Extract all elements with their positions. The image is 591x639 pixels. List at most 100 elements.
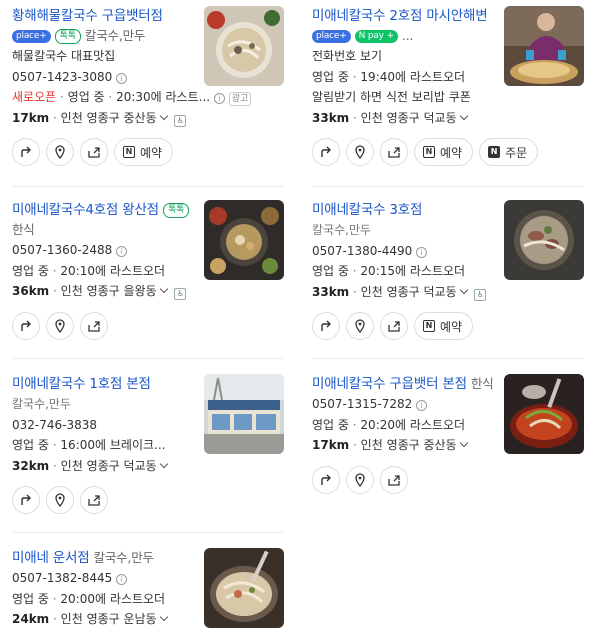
- business-status: 영업 중: [12, 263, 49, 278]
- address[interactable]: 인천 영종구 덕교동: [361, 111, 457, 125]
- directions-button[interactable]: [12, 311, 40, 340]
- phone-number[interactable]: 032-746-3838: [12, 418, 97, 432]
- business-hours[interactable]: 16:00에 브레이크...: [60, 438, 165, 452]
- info-icon[interactable]: i: [416, 246, 428, 258]
- place-card[interactable]: 미애네칼국수 1호점 본점 칼국수,만두 032-746-3838 영업 중 ·…: [12, 374, 284, 514]
- location-row[interactable]: 17km · 인천 영종구 중산동 ♿: [12, 108, 284, 129]
- map-button[interactable]: [46, 138, 74, 166]
- phone-number[interactable]: 0507-1315-7282: [312, 397, 412, 411]
- share-button[interactable]: [380, 138, 408, 166]
- share-icon: [88, 495, 100, 506]
- address[interactable]: 인천 영종구 운남동: [61, 612, 157, 626]
- directions-button[interactable]: [312, 312, 340, 340]
- place-title[interactable]: 미애네칼국수 3호점: [312, 200, 500, 220]
- place-name[interactable]: 미애네칼국수 3호점: [312, 202, 422, 218]
- directions-button[interactable]: [12, 138, 40, 166]
- place-thumbnail[interactable]: [504, 200, 584, 280]
- address[interactable]: 인천 영종구 을왕동: [61, 284, 157, 298]
- place-thumbnail[interactable]: [504, 374, 584, 454]
- action-bar: N 예약: [312, 312, 584, 340]
- address[interactable]: 인천 영종구 중산동: [361, 438, 457, 452]
- chevron-down-icon[interactable]: [459, 438, 468, 448]
- location-row[interactable]: 33km · 인천 영종구 덕교동 ♿: [312, 282, 584, 303]
- business-hours[interactable]: 19:40에 라스트오더: [360, 70, 465, 84]
- chevron-down-icon[interactable]: [459, 285, 468, 294]
- place-card[interactable]: 미애네 운서점 칼국수,만두 0507-1382-8445 i 영업 중 · 2…: [12, 548, 284, 630]
- map-button[interactable]: [346, 312, 374, 340]
- address[interactable]: 인천 영종구 덕교동: [361, 285, 457, 299]
- chevron-down-icon[interactable]: [159, 111, 168, 120]
- address[interactable]: 인천 영종구 덕교동: [61, 459, 157, 473]
- location-row[interactable]: 33km · 인천 영종구 덕교동: [312, 108, 584, 129]
- phone-number[interactable]: 0507-1423-3080: [12, 70, 112, 84]
- place-title[interactable]: 미애네칼국수4호점 왕산점 톡톡 한식: [12, 200, 200, 240]
- directions-button[interactable]: [12, 486, 40, 514]
- place-thumbnail[interactable]: [204, 548, 284, 628]
- business-hours[interactable]: 20:30에 라스트...: [116, 90, 210, 104]
- chevron-down-icon[interactable]: [159, 612, 168, 622]
- place-thumbnail[interactable]: [504, 6, 584, 86]
- share-button[interactable]: [80, 138, 108, 166]
- chevron-down-icon[interactable]: [159, 284, 168, 294]
- share-button[interactable]: [380, 465, 408, 494]
- place-tagline: 해물칼국수 대표맛집: [12, 49, 116, 63]
- place-thumbnail[interactable]: [204, 200, 284, 280]
- business-hours[interactable]: 20:00에 라스트오더: [60, 592, 165, 606]
- place-name[interactable]: 미애네 운서점: [12, 550, 90, 566]
- info-icon[interactable]: i: [116, 574, 128, 585]
- chevron-down-icon[interactable]: [459, 111, 468, 120]
- chevron-down-icon[interactable]: [159, 459, 168, 468]
- naver-n-icon: N: [123, 146, 135, 158]
- business-hours[interactable]: 20:10에 라스트오더: [60, 264, 165, 278]
- phone-number[interactable]: 0507-1382-8445: [12, 571, 112, 585]
- show-phone-link[interactable]: 전화번호 보기: [312, 49, 382, 63]
- place-card[interactable]: 미애네칼국수4호점 왕산점 톡톡 한식 0507-1360-2488 i 영업 …: [12, 200, 284, 340]
- place-name[interactable]: 미애네칼국수 구읍뱃터 본점: [312, 376, 467, 392]
- info-icon[interactable]: i: [213, 93, 225, 104]
- place-name[interactable]: 미애네칼국수4호점 왕산점: [12, 202, 159, 218]
- place-title[interactable]: 미애네칼국수 구읍뱃터 본점 한식: [312, 374, 500, 394]
- phone-number[interactable]: 0507-1360-2488: [12, 243, 112, 257]
- place-name[interactable]: 황해해물칼국수 구읍뱃터점: [12, 8, 163, 24]
- place-card[interactable]: 미애네칼국수 3호점 칼국수,만두 0507-1380-4490 i 영업 중 …: [312, 200, 584, 340]
- coupon-text[interactable]: 알림받기 하면 식전 보리밥 쿠폰: [312, 87, 502, 108]
- map-button[interactable]: [346, 465, 374, 494]
- place-card[interactable]: 미애네칼국수 2호점 마시안해변 place+ N pay + ... 전화번호…: [312, 6, 584, 166]
- location-row[interactable]: 36km · 인천 영종구 을왕동 ♿: [12, 281, 284, 302]
- business-hours[interactable]: 20:15에 라스트오더: [360, 264, 465, 278]
- address[interactable]: 인천 영종구 중산동: [61, 111, 157, 125]
- place-name[interactable]: 미애네칼국수 1호점 본점: [12, 376, 151, 392]
- info-icon[interactable]: i: [116, 72, 128, 84]
- map-button[interactable]: [46, 311, 74, 340]
- map-button[interactable]: [46, 486, 74, 514]
- place-name[interactable]: 미애네칼국수 2호점 마시안해변: [312, 8, 488, 24]
- place-title[interactable]: 황해해물칼국수 구읍뱃터점 place+ 톡톡 칼국수,만두: [12, 6, 200, 46]
- business-hours[interactable]: 20:20에 라스트오더: [360, 418, 465, 432]
- share-button[interactable]: [380, 312, 408, 340]
- place-title[interactable]: 미애네칼국수 1호점 본점: [12, 374, 200, 394]
- place-card[interactable]: 미애네칼국수 구읍뱃터 본점 한식 0507-1315-7282 i 영업 중 …: [312, 374, 584, 494]
- place-card[interactable]: 황해해물칼국수 구읍뱃터점 place+ 톡톡 칼국수,만두 해물칼국수 대표맛…: [12, 6, 284, 166]
- location-row[interactable]: 32km · 인천 영종구 덕교동: [12, 456, 284, 477]
- info-icon[interactable]: i: [416, 400, 428, 411]
- info-icon[interactable]: i: [116, 246, 128, 257]
- reserve-button[interactable]: N 예약: [114, 138, 174, 166]
- place-title[interactable]: 미애네 운서점 칼국수,만두: [12, 548, 200, 568]
- place-thumbnail[interactable]: [204, 374, 284, 454]
- status-row: 영업 중 · 19:40에 라스트오더: [312, 69, 466, 84]
- reserve-button[interactable]: N 예약: [414, 138, 474, 166]
- place-plus-badge: place+: [12, 30, 51, 43]
- share-button[interactable]: [80, 311, 108, 340]
- share-button[interactable]: [80, 486, 108, 514]
- order-button[interactable]: N 주문: [479, 138, 539, 166]
- directions-button[interactable]: [312, 465, 340, 494]
- place-thumbnail[interactable]: [204, 6, 284, 86]
- reserve-button[interactable]: N 예약: [414, 312, 474, 340]
- place-title[interactable]: 미애네칼국수 2호점 마시안해변 place+ N pay + ...: [312, 6, 500, 46]
- map-button[interactable]: [346, 138, 374, 166]
- storefront-photo-icon: [204, 374, 284, 454]
- distance: 17km: [12, 110, 50, 125]
- directions-button[interactable]: [312, 138, 340, 166]
- phone-number[interactable]: 0507-1380-4490: [312, 244, 412, 258]
- reserve-label: 예약: [440, 145, 463, 160]
